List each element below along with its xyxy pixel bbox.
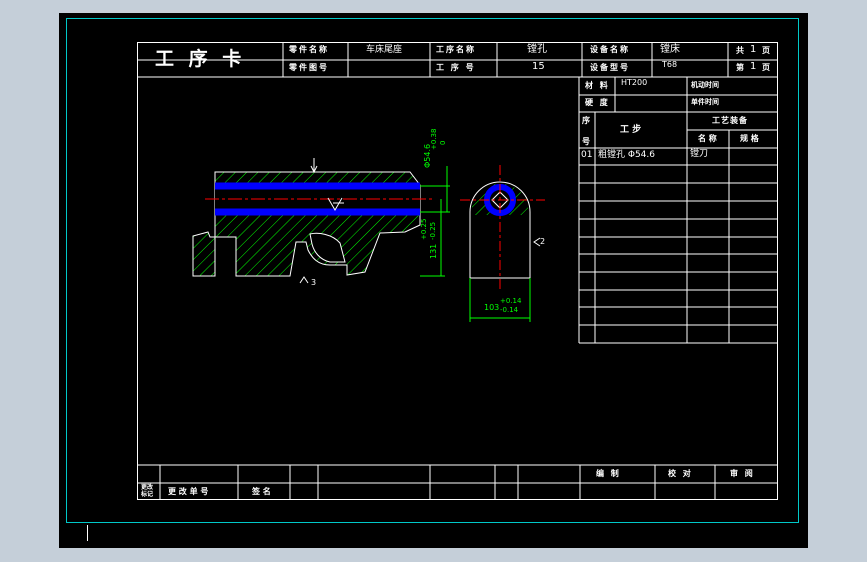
material-value: HT200 bbox=[621, 78, 648, 87]
equip-name-value: 镗床 bbox=[660, 44, 680, 55]
side-view bbox=[460, 165, 545, 290]
change-no-label: 更 改 单 号 bbox=[168, 487, 209, 496]
bore-tol-lower: 0 bbox=[439, 140, 447, 145]
command-line-cursor[interactable] bbox=[87, 525, 88, 541]
seq-label-bottom: 号 bbox=[582, 137, 590, 146]
page-label-post: 页 bbox=[762, 63, 770, 72]
equip-model-value: T68 bbox=[662, 60, 678, 69]
process-no-value: 15 bbox=[532, 61, 545, 72]
spec-label: 规 格 bbox=[740, 134, 759, 143]
width-tol-upper: +0.14 bbox=[500, 297, 522, 305]
name-label: 名 称 bbox=[698, 134, 717, 143]
page-value: 1 bbox=[750, 61, 757, 72]
height-tol-lower: -0.25 bbox=[429, 221, 437, 240]
mark-label-2: 标记 bbox=[141, 491, 154, 498]
part-name-value: 车床尾座 bbox=[366, 45, 403, 55]
title-block-grid bbox=[138, 43, 777, 499]
part-name-label: 零件名称 bbox=[289, 45, 329, 54]
total-value: 1 bbox=[750, 44, 757, 55]
process-name-value: 镗孔 bbox=[527, 44, 547, 55]
hardness-label: 硬 度 bbox=[585, 98, 610, 107]
datum-mark-side: 2 bbox=[540, 237, 546, 246]
unit-time-label: 单件时间 bbox=[691, 98, 719, 106]
height-dim: 131 bbox=[429, 243, 438, 259]
step-row-desc: 粗镗孔 Φ54.6 bbox=[598, 150, 655, 160]
front-view bbox=[192, 158, 435, 284]
process-name-label: 工序名称 bbox=[436, 45, 476, 54]
signature-label: 签 名 bbox=[252, 487, 271, 496]
material-label: 材 料 bbox=[585, 81, 610, 90]
card-title: 工 序 卡 bbox=[155, 48, 246, 70]
equipment-label: 工艺装备 bbox=[712, 116, 748, 125]
equip-model-label: 设备型号 bbox=[590, 63, 630, 72]
page-label-pre: 第 bbox=[736, 63, 744, 72]
total-label-post: 页 bbox=[762, 46, 770, 55]
seq-label-top: 序 bbox=[582, 116, 590, 125]
review-label: 审 阅 bbox=[730, 469, 755, 478]
bore-tol-upper: +0.38 bbox=[430, 128, 438, 150]
process-no-label: 工 序 号 bbox=[436, 63, 476, 72]
machine-time-label: 机动时间 bbox=[691, 81, 719, 89]
part-no-label: 零件图号 bbox=[289, 63, 329, 72]
width-tol-lower: -0.14 bbox=[500, 306, 519, 314]
width-dim: 103 bbox=[484, 303, 500, 312]
step-row-seq: 01 bbox=[581, 150, 593, 160]
step-row-tool: 镗刀 bbox=[690, 149, 709, 159]
check-label: 校 对 bbox=[668, 469, 693, 478]
datum-mark-bottom: 3 bbox=[311, 278, 317, 287]
total-label-pre: 共 bbox=[736, 46, 744, 55]
step-label: 工 步 bbox=[620, 125, 642, 135]
compile-label: 编 制 bbox=[596, 469, 621, 478]
height-tol-upper: +0.25 bbox=[420, 218, 428, 240]
equip-name-label: 设备名称 bbox=[590, 45, 630, 54]
